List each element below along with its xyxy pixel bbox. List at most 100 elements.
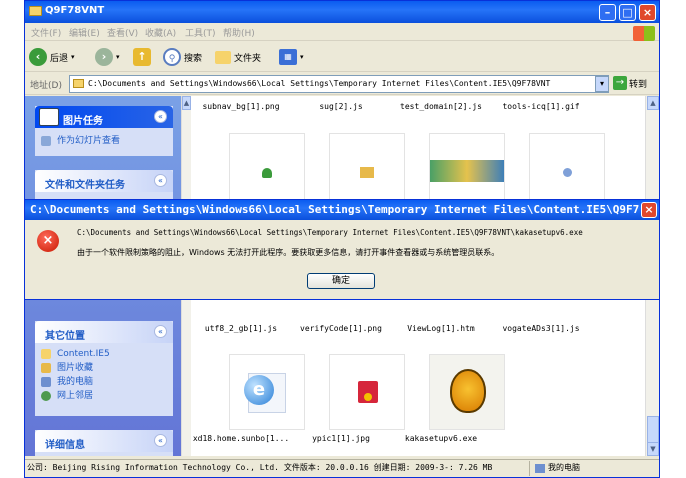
dropdown-arrow-icon[interactable]: ▾	[71, 53, 75, 61]
windows-logo-icon	[633, 26, 655, 41]
details-header[interactable]: 详细信息 «	[35, 430, 173, 452]
dialog-path: C:\Documents and Settings\Windows66\Loca…	[77, 228, 583, 237]
picture-tasks-panel: 图片任务 « 作为幻灯片查看	[35, 106, 173, 156]
forward-button[interactable]: › ▾	[95, 47, 120, 67]
error-icon: ×	[37, 230, 59, 252]
user-icon	[262, 168, 272, 178]
status-text: 公司: Beijing Rising Information Technolog…	[27, 463, 493, 472]
computer-icon	[535, 463, 545, 473]
search-button[interactable]: ⚲ 搜索	[163, 47, 202, 67]
search-icon: ⚲	[163, 48, 181, 66]
place-network[interactable]: 网上邻居	[35, 389, 173, 403]
file-thumbnail[interactable]	[329, 133, 405, 209]
picture-folder-icon	[39, 108, 59, 126]
ok-button[interactable]: 确定	[307, 273, 375, 289]
file-item[interactable]: test_domain[2].js	[391, 102, 491, 111]
file-item[interactable]: xd18.home.sunbo[1...	[191, 434, 291, 443]
dialog-title[interactable]: C:\Documents and Settings\Windows66\Loca…	[25, 200, 659, 220]
back-arrow-icon: ‹	[29, 48, 47, 66]
pictures-folder-icon	[41, 363, 51, 373]
file-item[interactable]: ypic1[1].jpg	[291, 434, 391, 443]
minimize-button[interactable]: –	[599, 4, 616, 21]
expand-chevron-icon[interactable]: «	[154, 434, 167, 447]
toolbar: ‹ 后退 ▾ › ▾ ↑ ⚲ 搜索 文件夹 ▦ ▾	[25, 42, 659, 72]
details-panel: 详细信息 «	[35, 430, 173, 456]
file-thumbnail[interactable]	[229, 133, 305, 209]
file-thumbnail[interactable]	[329, 354, 405, 430]
file-item[interactable]: utf8_2_gb[1].js	[191, 324, 291, 333]
folders-button[interactable]: 文件夹	[215, 47, 261, 67]
dialog-close-button[interactable]: ×	[641, 202, 657, 218]
other-places-header[interactable]: 其它位置 «	[35, 321, 173, 343]
file-item[interactable]: vogateADs3[1].js	[491, 324, 591, 333]
lion-logo-icon	[450, 369, 486, 413]
slideshow-icon	[41, 136, 51, 146]
go-button[interactable]: → 转到	[613, 76, 647, 90]
go-arrow-icon: →	[613, 76, 627, 90]
file-tasks-header[interactable]: 文件和文件夹任务 «	[35, 170, 173, 192]
computer-icon	[41, 377, 51, 387]
folder-icon	[41, 349, 51, 359]
status-bar: 公司: Beijing Rising Information Technolog…	[25, 459, 659, 477]
title-bar[interactable]: Q9F78VNT – □ ×	[25, 1, 659, 23]
folder-icon	[73, 79, 84, 88]
menu-file[interactable]: 文件(F)	[31, 26, 61, 39]
file-thumbnail[interactable]: e	[229, 354, 305, 430]
menu-view[interactable]: 查看(V)	[107, 26, 138, 39]
error-dialog: C:\Documents and Settings\Windows66\Loca…	[24, 199, 660, 300]
folder-icon	[29, 6, 42, 16]
up-folder-button[interactable]: ↑	[133, 47, 151, 67]
scroll-up-icon[interactable]: ▲	[647, 96, 659, 110]
collapse-chevron-icon[interactable]: «	[154, 325, 167, 338]
place-content-ie5[interactable]: Content.IE5	[35, 347, 173, 361]
file-item[interactable]: tools-icq[1].gif	[491, 102, 591, 111]
network-icon	[41, 391, 51, 401]
address-text: C:\Documents and Settings\Windows66\Loca…	[88, 79, 551, 88]
picture-tasks-header[interactable]: 图片任务 «	[35, 106, 173, 128]
menu-help[interactable]: 帮助(H)	[223, 26, 255, 39]
status-location: 我的电脑	[535, 460, 580, 476]
ie-logo-icon: e	[244, 375, 274, 405]
file-thumbnail[interactable]	[529, 133, 605, 209]
file-thumbnail[interactable]	[429, 133, 505, 209]
menu-bar: 文件(F) 编辑(E) 查看(V) 收藏(A) 工具(T) 帮助(H)	[25, 23, 659, 41]
dialog-message: 由于一个软件限制策略的阻止，Windows 无法打开此程序。要获取更多信息，请打…	[77, 248, 500, 257]
views-icon: ▦	[279, 49, 297, 65]
scroll-down-icon[interactable]: ▼	[647, 442, 659, 456]
file-thumbnail[interactable]	[429, 354, 505, 430]
picture-icon	[360, 167, 374, 178]
status-divider	[529, 461, 530, 476]
forward-arrow-icon: ›	[95, 48, 113, 66]
back-button[interactable]: ‹ 后退 ▾	[29, 47, 75, 67]
place-my-pictures[interactable]: 图片收藏	[35, 361, 173, 375]
scroll-thumb[interactable]	[647, 416, 659, 444]
bag-badge	[364, 393, 372, 401]
dropdown-arrow-icon[interactable]: ▾	[116, 53, 120, 61]
maximize-button[interactable]: □	[619, 4, 636, 21]
file-item[interactable]: subnav_bg[1].png	[191, 102, 291, 111]
menu-tools[interactable]: 工具(T)	[185, 26, 216, 39]
folders-icon	[215, 50, 231, 64]
file-item-selected[interactable]: kakasetupv6.exe	[391, 434, 491, 443]
up-folder-icon: ↑	[133, 48, 151, 66]
close-button[interactable]: ×	[639, 4, 656, 21]
address-bar: 地址(D) C:\Documents and Settings\Windows6…	[25, 73, 659, 95]
address-label: 地址(D)	[30, 81, 62, 91]
collapse-chevron-icon[interactable]: «	[154, 110, 167, 123]
file-item[interactable]: ViewLog[1].htm	[391, 324, 491, 333]
slideshow-link[interactable]: 作为幻灯片查看	[35, 134, 173, 148]
dropdown-arrow-icon[interactable]: ▾	[300, 53, 304, 61]
place-my-computer[interactable]: 我的电脑	[35, 375, 173, 389]
scroll-up-icon[interactable]: ▲	[182, 96, 191, 110]
address-input[interactable]: C:\Documents and Settings\Windows66\Loca…	[69, 75, 609, 93]
menu-edit[interactable]: 编辑(E)	[69, 26, 100, 39]
file-item[interactable]: verifyCode[1].png	[291, 324, 391, 333]
user-icon	[563, 168, 572, 177]
other-places-panel: 其它位置 « Content.IE5 图片收藏 我的电脑 网上邻居	[35, 321, 173, 416]
banner-image	[430, 160, 504, 182]
views-button[interactable]: ▦ ▾	[279, 47, 304, 67]
file-item[interactable]: sug[2].js	[291, 102, 391, 111]
menu-favorites[interactable]: 收藏(A)	[145, 26, 176, 39]
address-dropdown-icon[interactable]: ▾	[595, 76, 609, 92]
collapse-chevron-icon[interactable]: «	[154, 174, 167, 187]
